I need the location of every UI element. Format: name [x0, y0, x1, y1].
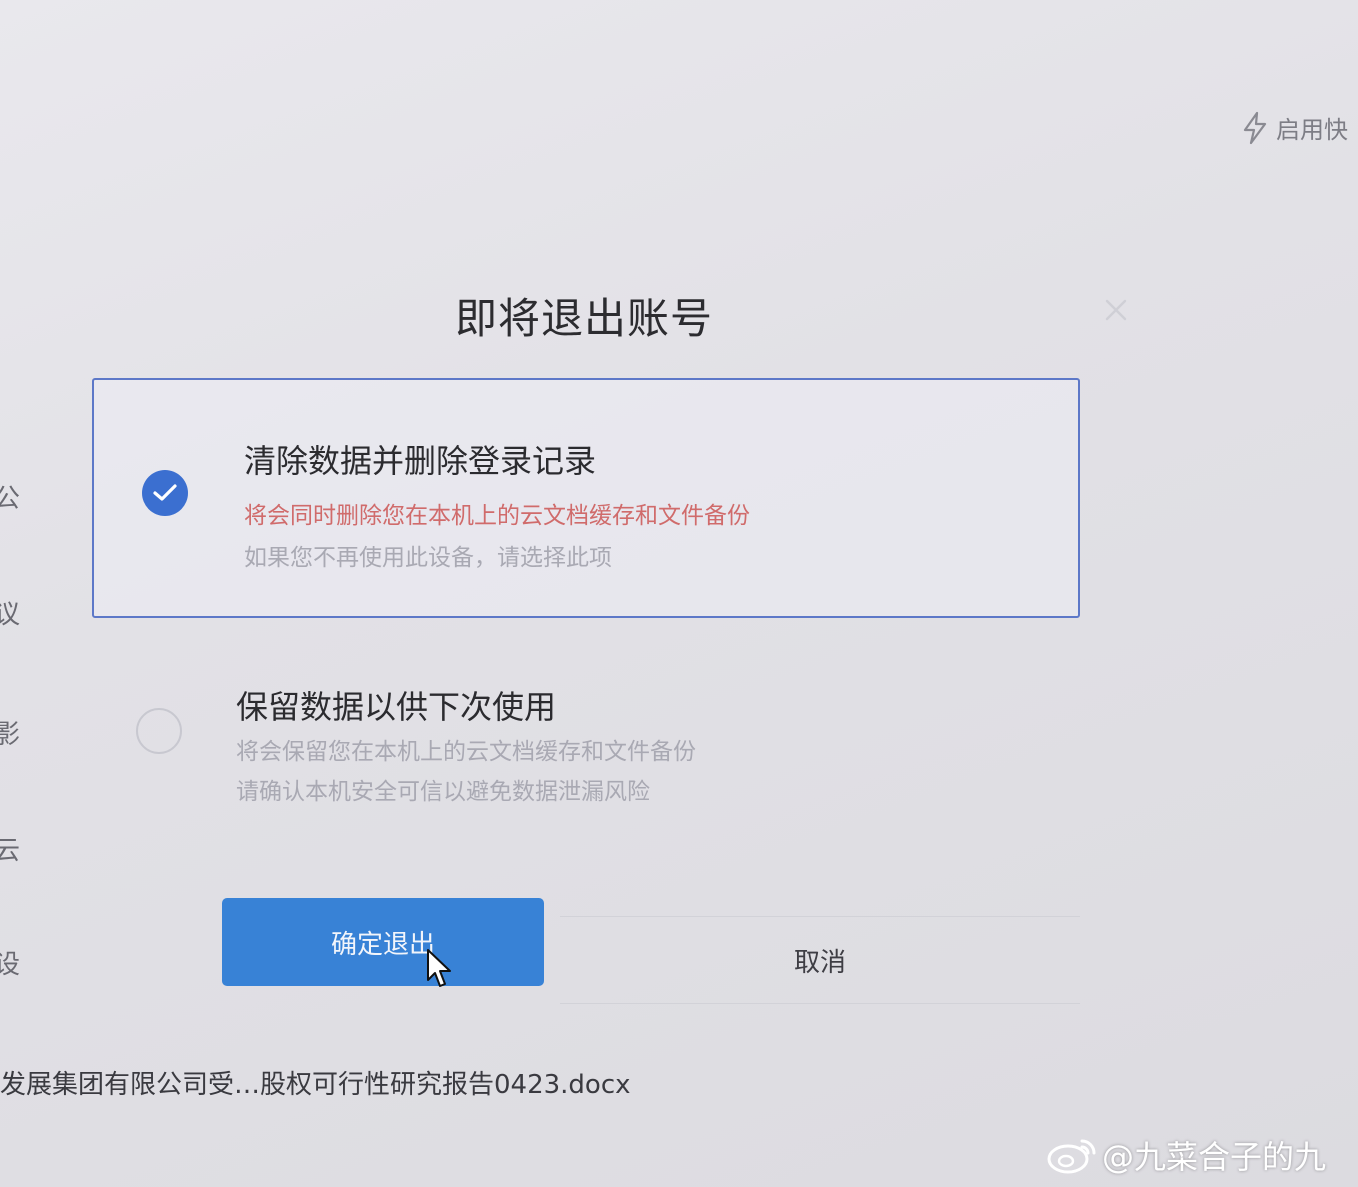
sidebar-item-fragment[interactable]: 议 — [0, 594, 20, 631]
watermark-text: @九菜合子的九 — [1102, 1138, 1327, 1176]
cancel-button[interactable]: 取消 — [560, 916, 1080, 1004]
option-title: 清除数据并删除登录记录 — [244, 442, 597, 480]
mouse-cursor-icon — [426, 948, 454, 990]
option-keep-data[interactable]: 保留数据以供下次使用 将会保留您在本机上的云文档缓存和文件备份 请确认本机安全可… — [92, 660, 1080, 840]
sidebar-item-fragment[interactable]: 公 — [0, 478, 20, 515]
option-description-text: 请确认本机安全可信以避免数据泄漏风险 — [236, 779, 650, 805]
quick-launch-label: 启用快 — [1276, 116, 1348, 144]
file-list-item[interactable]: 发展集团有限公司受…股权可行性研究报告0423.docx — [0, 1064, 631, 1101]
close-icon — [1102, 296, 1130, 324]
option-description-text: 将会保留您在本机上的云文档缓存和文件备份 — [236, 739, 696, 765]
option-warning-text: 将会同时删除您在本机上的云文档缓存和文件备份 — [244, 503, 750, 529]
option-hint-text: 如果您不再使用此设备，请选择此项 — [244, 545, 612, 571]
sidebar-item-fragment[interactable]: 设 — [0, 944, 20, 981]
radio-checked-icon[interactable] — [142, 470, 188, 516]
confirm-logout-button[interactable]: 确定退出 — [222, 898, 544, 986]
dialog-title: 即将退出账号 — [455, 294, 714, 343]
sidebar-item-fragment[interactable]: 云 — [0, 830, 20, 867]
screen: 公 议 影 云 设 启用快 即将退出账号 清除数据并删除登录记录 将会同时删除您… — [0, 0, 1358, 1187]
lightning-icon — [1240, 111, 1270, 145]
sidebar-item-fragment[interactable]: 影 — [0, 714, 20, 751]
close-button[interactable] — [1102, 296, 1130, 324]
weibo-logo-icon — [1046, 1135, 1098, 1175]
option-clear-data[interactable]: 清除数据并删除登录记录 将会同时删除您在本机上的云文档缓存和文件备份 如果您不再… — [92, 378, 1080, 618]
radio-unchecked-icon[interactable] — [136, 708, 182, 754]
quick-launch-button[interactable]: 启用快 — [1240, 110, 1348, 145]
option-title: 保留数据以供下次使用 — [236, 688, 557, 726]
watermark: @九菜合子的九 — [1046, 1132, 1326, 1178]
